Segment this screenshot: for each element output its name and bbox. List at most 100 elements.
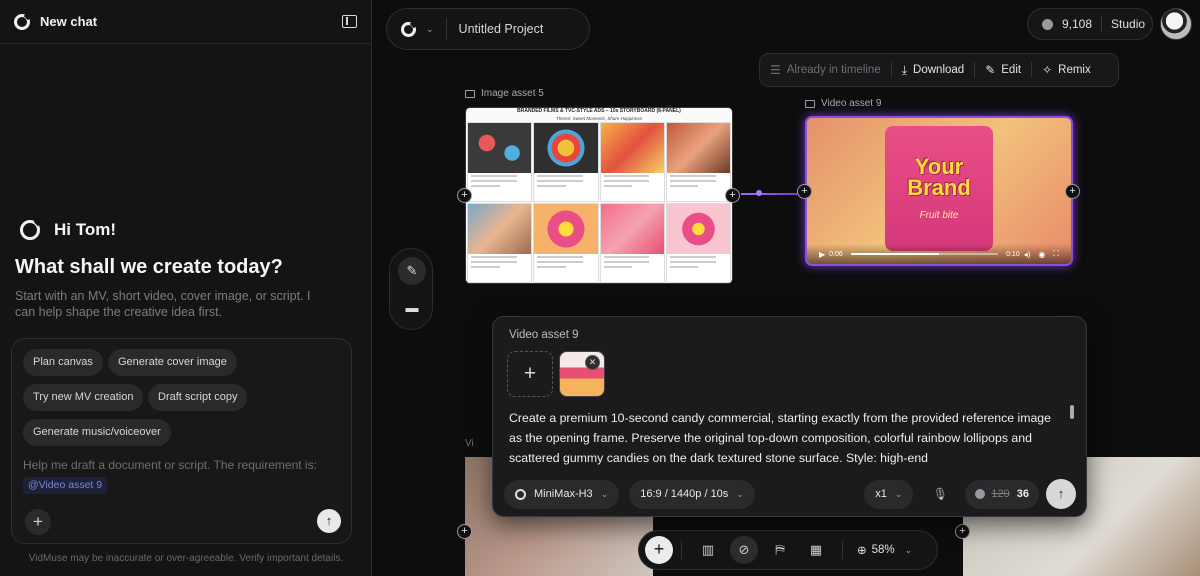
camera-icon[interactable]: ◉: [1038, 250, 1045, 259]
generate-button[interactable]: ↑: [1046, 479, 1076, 509]
multiplier-select[interactable]: x1 ⌄: [864, 479, 914, 509]
video-asset-player[interactable]: Your Brand Fruit bite ▶ 0:06 0:10 ◂) ◉ ⛶: [805, 116, 1073, 266]
format-label: 16:9 / 1440p / 10s: [640, 488, 729, 500]
divider: [974, 62, 976, 78]
remove-reference-icon[interactable]: ✕: [585, 355, 600, 370]
map-icon[interactable]: ⛿: [766, 536, 794, 564]
candy-bag-graphic: Your Brand Fruit bite: [885, 126, 993, 251]
generation-controls: MiniMax-H3 ⌄ 16:9 / 1440p / 10s ⌄ x1 ⌄ 🎙…: [504, 479, 1076, 509]
node-plus-video-right[interactable]: +: [1065, 184, 1080, 199]
chat-prompt-box: Plan canvas Generate cover image Try new…: [11, 338, 352, 544]
chevron-down-icon: ⌄: [894, 488, 903, 499]
chevron-down-icon[interactable]: ⌄: [426, 24, 434, 35]
asset-connector: [741, 193, 798, 195]
cost-display: 120 36: [965, 479, 1039, 509]
storyboard-panel: [533, 122, 599, 202]
chat-input[interactable]: Help me draft a document or script. The …: [23, 458, 317, 472]
microphone-icon[interactable]: 🎙: [931, 487, 949, 501]
folder-icon[interactable]: ▬: [398, 294, 426, 322]
chevron-down-icon: ⌄: [600, 488, 609, 499]
edit-icon: ✎: [985, 63, 996, 77]
layout-icon[interactable]: ▥: [694, 536, 722, 564]
canvas[interactable]: ⌄ Untitled Project 9,108 Studio ☰ Alread…: [373, 0, 1200, 576]
connect-icon[interactable]: ⊘: [730, 536, 758, 564]
credits-count: 9,108: [1062, 17, 1093, 31]
node-plus-image-left[interactable]: +: [457, 188, 472, 203]
divider: [1031, 62, 1033, 78]
storyboard-panel: [599, 203, 665, 283]
node-plus-image-right[interactable]: +: [725, 188, 740, 203]
prompt-textarea[interactable]: Create a premium 10-second candy commerc…: [509, 408, 1061, 468]
sidebar-toggle-icon[interactable]: [342, 15, 357, 28]
brand-line-1: Your: [914, 154, 964, 179]
headline: What shall we create today?: [15, 256, 283, 278]
send-button[interactable]: ↑: [317, 509, 341, 533]
format-select[interactable]: 16:9 / 1440p / 10s ⌄: [629, 479, 755, 509]
chat-header: New chat: [0, 0, 371, 44]
greeting-text: Hi Tom!: [54, 220, 117, 239]
fullscreen-icon[interactable]: ⛶: [1053, 249, 1059, 259]
brand-logo: Your Brand: [885, 154, 993, 200]
chip-generate-music[interactable]: Generate music/voiceover: [23, 419, 171, 446]
image-icon: [465, 89, 475, 98]
zoom-control[interactable]: ⊕ 58% ⌄: [857, 543, 912, 557]
download-button[interactable]: ⤓ Download: [902, 63, 964, 78]
generation-edit-panel: Video asset 9 + ✕ Create a premium 10-se…: [492, 316, 1087, 517]
chip-generate-cover-image[interactable]: Generate cover image: [108, 349, 237, 376]
project-menu[interactable]: ⌄ Untitled Project: [386, 8, 590, 50]
chip-plan-canvas[interactable]: Plan canvas: [23, 349, 103, 376]
new-chat-button[interactable]: New chat: [40, 14, 97, 29]
vidmuse-logo-icon: [20, 220, 40, 240]
remix-label: Remix: [1058, 64, 1091, 76]
volume-icon[interactable]: ◂): [1024, 250, 1031, 259]
attach-button[interactable]: +: [25, 509, 51, 535]
multiplier-label: x1: [875, 488, 887, 500]
vidmuse-logo-icon: [14, 13, 30, 30]
download-icon: ⤓: [901, 62, 908, 77]
avatar[interactable]: [1160, 8, 1192, 40]
asset-toolbar: ☰ Already in timeline ⤓ Download ✎ Edit …: [759, 53, 1119, 87]
chevron-down-icon: ⌄: [904, 544, 913, 555]
play-icon[interactable]: ▶: [819, 250, 825, 259]
storyboard-panel: [467, 203, 533, 283]
side-toolbar: ✎ ▬: [389, 248, 433, 330]
current-time: 0:06: [829, 250, 843, 258]
app-root: New chat Hi Tom! What shall we create to…: [0, 0, 1200, 576]
edit-label: Edit: [1001, 64, 1022, 76]
comment-icon[interactable]: ✎: [398, 257, 426, 285]
node-plus-bottom-right[interactable]: +: [955, 524, 970, 539]
film-icon[interactable]: ▦: [802, 536, 830, 564]
storyboard-panel: [467, 122, 533, 202]
prompt-scrollbar[interactable]: [1070, 405, 1074, 419]
model-select[interactable]: MiniMax-H3 ⌄: [504, 479, 620, 509]
video-asset-label: Video asset 9: [805, 98, 881, 109]
node-plus-bottom-left[interactable]: +: [457, 524, 472, 539]
image-asset-label-text: Image asset 5: [481, 88, 544, 99]
edit-button[interactable]: ✎ Edit: [985, 63, 1021, 77]
cost-discounted: 36: [1016, 488, 1029, 500]
storyboard-grid: [466, 122, 732, 283]
cost-original: 120: [991, 488, 1010, 500]
already-label: Already in timeline: [786, 64, 881, 76]
brand-line-2: Brand: [907, 175, 971, 200]
video-progress-bar[interactable]: [850, 253, 999, 255]
add-reference-button[interactable]: +: [507, 351, 553, 397]
chip-try-new-mv[interactable]: Try new MV creation: [23, 384, 144, 411]
remix-button[interactable]: ✧ Remix: [1042, 63, 1091, 77]
node-plus-video-left[interactable]: +: [797, 184, 812, 199]
chip-draft-script-copy[interactable]: Draft script copy: [148, 384, 248, 411]
divider: [681, 541, 682, 559]
video-progress-fill: [850, 253, 940, 255]
zoom-icon: ⊕: [857, 545, 867, 557]
credits-pill[interactable]: 9,108 Studio: [1027, 8, 1153, 40]
storyboard-panel: [533, 203, 599, 283]
mention-tag[interactable]: @Video asset 9: [23, 477, 108, 494]
storyboard-title-text: BRANDED FILMS & TVC-STYLE ADS – 10s STOR…: [517, 108, 681, 114]
image-asset-storyboard[interactable]: BRANDED FILMS & TVC-STYLE ADS – 10s STOR…: [465, 107, 733, 284]
add-node-button[interactable]: +: [645, 536, 673, 564]
storyboard-title: BRANDED FILMS & TVC-STYLE ADS – 10s STOR…: [466, 108, 732, 122]
brand-subtitle: Fruit bite: [919, 210, 959, 221]
chevron-down-icon: ⌄: [736, 488, 744, 499]
project-name[interactable]: Untitled Project: [459, 22, 544, 36]
chat-panel: New chat Hi Tom! What shall we create to…: [0, 0, 372, 576]
